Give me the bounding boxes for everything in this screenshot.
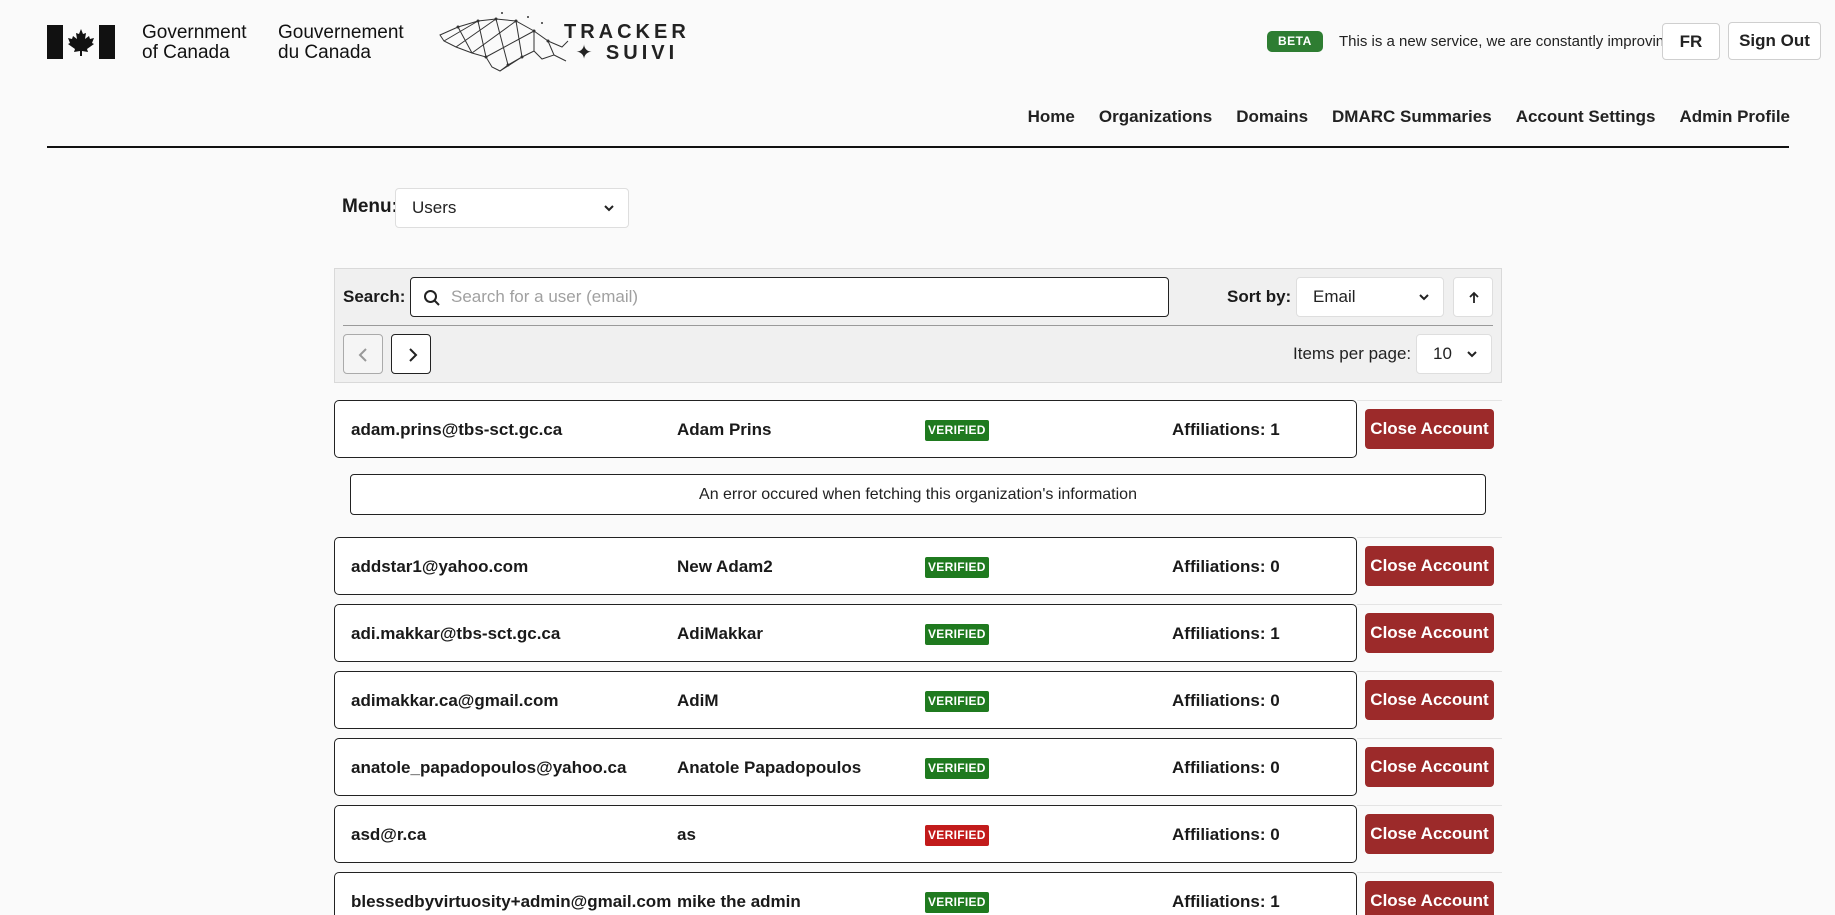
- user-display-name: mike the admin: [677, 892, 801, 911]
- user-affiliations: Affiliations: 0: [1172, 691, 1280, 710]
- user-display-name: AdiM: [677, 691, 719, 710]
- panel-divider: [343, 325, 1493, 326]
- main-nav: Home Organizations Domains DMARC Summari…: [1028, 107, 1790, 127]
- verified-badge: VERIFIED: [925, 557, 989, 578]
- nav-divider: [47, 146, 1789, 148]
- government-of-canada-wordmark: Government of Canada: [142, 22, 247, 63]
- beta-notice-text: This is a new service, we are constantly…: [1339, 33, 1677, 50]
- user-email: blessedbyvirtuosity+admin@gmail.com: [351, 892, 672, 911]
- user-display-name: Anatole Papadopoulos: [677, 758, 862, 777]
- row-separator: [1357, 738, 1502, 739]
- sort-direction-button[interactable]: [1453, 277, 1493, 317]
- tracker-suivi-wordmark: TRACKER ✦ SUIVI: [564, 21, 690, 64]
- search-icon: [424, 290, 440, 306]
- verified-badge: VERIFIED: [925, 420, 989, 441]
- admin-menu-selected-value: Users: [412, 198, 457, 217]
- chevron-right-icon: [409, 348, 418, 362]
- close-account-button[interactable]: Close Account: [1365, 814, 1494, 854]
- user-email: adi.makkar@tbs-sct.gc.ca: [351, 624, 561, 643]
- sort-by-select[interactable]: Email: [1296, 277, 1444, 317]
- sort-by-selected-value: Email: [1313, 287, 1356, 306]
- search-label: Search:: [343, 287, 406, 306]
- close-account-button[interactable]: Close Account: [1365, 613, 1494, 653]
- row-separator: [1357, 537, 1502, 538]
- admin-menu-select[interactable]: Users: [395, 188, 629, 228]
- chevron-down-icon: [1419, 294, 1429, 301]
- user-row[interactable]: adi.makkar@tbs-sct.gc.ca AdiMakkar VERIF…: [334, 604, 1357, 662]
- items-per-page-select[interactable]: 10: [1416, 334, 1492, 374]
- user-display-name: AdiMakkar: [677, 624, 763, 643]
- nav-account-settings-link[interactable]: Account Settings: [1516, 107, 1656, 127]
- nav-admin-profile-link[interactable]: Admin Profile: [1679, 107, 1790, 127]
- nav-organizations-link[interactable]: Organizations: [1099, 107, 1212, 127]
- menu-label: Menu:: [342, 196, 398, 217]
- user-affiliations: Affiliations: 0: [1172, 557, 1280, 576]
- user-display-name: New Adam2: [677, 557, 773, 576]
- items-per-page-label: Items per page:: [1293, 344, 1412, 363]
- close-account-button[interactable]: Close Account: [1365, 680, 1494, 720]
- language-toggle-button[interactable]: FR: [1662, 23, 1720, 60]
- items-per-page-value: 10: [1433, 344, 1452, 363]
- verified-badge: VERIFIED: [925, 624, 989, 645]
- next-page-button[interactable]: [391, 334, 431, 374]
- user-row[interactable]: adimakkar.ca@gmail.com AdiM VERIFIED Aff…: [334, 671, 1357, 729]
- nav-home-link[interactable]: Home: [1028, 107, 1075, 127]
- user-affiliations: Affiliations: 1: [1172, 624, 1280, 643]
- row-separator: [1357, 805, 1502, 806]
- user-affiliations: Affiliations: 0: [1172, 758, 1280, 777]
- nav-domains-link[interactable]: Domains: [1236, 107, 1308, 127]
- close-account-button[interactable]: Close Account: [1365, 881, 1494, 915]
- row-separator: [1357, 872, 1502, 873]
- user-display-name: Adam Prins: [677, 420, 772, 439]
- user-email: adimakkar.ca@gmail.com: [351, 691, 559, 710]
- sort-by-label: Sort by:: [1227, 287, 1292, 306]
- error-message: An error occured when fetching this orga…: [350, 474, 1486, 515]
- verified-badge: VERIFIED: [925, 758, 989, 779]
- user-row[interactable]: adam.prins@tbs-sct.gc.ca Adam Prins VERI…: [334, 400, 1357, 458]
- site-header: Government of Canada Gouvernement du Can…: [0, 0, 1835, 90]
- previous-page-button[interactable]: [343, 334, 383, 374]
- user-row[interactable]: asd@r.ca as VERIFIED Affiliations: 0: [334, 805, 1357, 863]
- user-row[interactable]: blessedbyvirtuosity+admin@gmail.com mike…: [334, 872, 1357, 915]
- user-email: anatole_papadopoulos@yahoo.ca: [351, 758, 627, 777]
- row-separator: [1357, 604, 1502, 605]
- chevron-left-icon: [358, 348, 367, 362]
- row-separator: [1357, 671, 1502, 672]
- sign-out-button[interactable]: Sign Out: [1728, 22, 1821, 60]
- user-row[interactable]: anatole_papadopoulos@yahoo.ca Anatole Pa…: [334, 738, 1357, 796]
- chevron-down-icon: [1467, 351, 1477, 358]
- chevron-down-icon: [604, 205, 614, 212]
- search-field[interactable]: [410, 277, 1169, 317]
- user-email: adam.prins@tbs-sct.gc.ca: [351, 420, 563, 439]
- user-email: addstar1@yahoo.com: [351, 557, 529, 576]
- nav-dmarc-summaries-link[interactable]: DMARC Summaries: [1332, 107, 1492, 127]
- verified-badge: VERIFIED: [925, 892, 989, 913]
- row-separator: [1357, 400, 1502, 401]
- user-affiliations: Affiliations: 1: [1172, 420, 1280, 439]
- verified-badge: VERIFIED: [925, 691, 989, 712]
- user-email: asd@r.ca: [351, 825, 427, 844]
- beta-badge: BETA: [1267, 31, 1323, 52]
- search-input[interactable]: [451, 278, 1151, 316]
- gouvernement-du-canada-wordmark: Gouvernement du Canada: [278, 22, 404, 63]
- arrow-up-icon: [1469, 291, 1479, 303]
- unverified-badge: VERIFIED: [925, 825, 989, 846]
- user-display-name: as: [677, 825, 696, 844]
- user-row[interactable]: addstar1@yahoo.com New Adam2 VERIFIED Af…: [334, 537, 1357, 595]
- canada-flag-icon: [47, 25, 115, 59]
- close-account-button[interactable]: Close Account: [1365, 747, 1494, 787]
- user-affiliations: Affiliations: 0: [1172, 825, 1280, 844]
- close-account-button[interactable]: Close Account: [1365, 409, 1494, 449]
- close-account-button[interactable]: Close Account: [1365, 546, 1494, 586]
- user-affiliations: Affiliations: 1: [1172, 892, 1280, 911]
